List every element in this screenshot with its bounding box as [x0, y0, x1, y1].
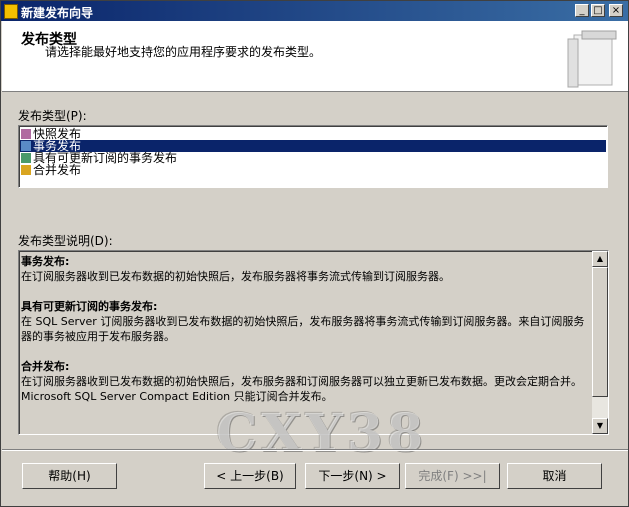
back-button[interactable]: < 上一步(B) [204, 463, 296, 489]
wizard-header: 发布类型 请选择能最好地支持您的应用程序要求的发布类型。 [2, 21, 628, 92]
list-item-snapshot[interactable]: 快照发布 [20, 128, 606, 140]
description-label: 发布类型说明(D): [18, 234, 113, 248]
section-title-merge: 合并发布: [21, 360, 70, 373]
list-item-merge[interactable]: 合并发布 [20, 164, 606, 176]
minimize-button[interactable]: _ [575, 4, 589, 17]
cancel-button[interactable]: 取消 [507, 463, 602, 489]
description-content: 事务发布: 在订阅服务器收到已发布数据的初始快照后，发布服务器将事务流式传输到订… [21, 254, 591, 419]
section-text-updatable: 在 SQL Server 订阅服务器收到已发布数据的初始快照后，发布服务器将事务… [21, 315, 585, 343]
maximize-button[interactable]: □ [591, 4, 605, 17]
page-subtitle: 请选择能最好地支持您的应用程序要求的发布类型。 [45, 45, 322, 59]
finish-button[interactable]: 完成(F) >>| [405, 463, 500, 489]
transactional-publication-icon [21, 141, 31, 151]
watermark-text: CXY38 [216, 403, 428, 464]
list-item-updatable-transactional[interactable]: 具有可更新订阅的事务发布 [20, 152, 606, 164]
button-separator [2, 449, 628, 451]
section-text-transactional: 在订阅服务器收到已发布数据的初始快照后，发布服务器将事务流式传输到订阅服务器。 [21, 270, 450, 283]
help-button[interactable]: 帮助(H) [22, 463, 117, 489]
description-scrollbar[interactable]: ▲ ▼ [592, 251, 608, 434]
title-bar[interactable]: 新建发布向导 _ □ × [1, 1, 628, 21]
wizard-window: 新建发布向导 _ □ × 发布类型 请选择能最好地支持您的应用程序要求的发布类型… [0, 0, 629, 507]
publication-type-label: 发布类型(P): [18, 109, 87, 123]
scroll-thumb[interactable] [592, 267, 608, 397]
next-button[interactable]: 下一步(N) > [305, 463, 400, 489]
section-text-merge: 在订阅服务器收到已发布数据的初始快照后，发布服务器和订阅服务器可以独立更新已发布… [21, 375, 582, 403]
scroll-up-arrow-icon[interactable]: ▲ [592, 251, 608, 267]
close-button[interactable]: × [609, 4, 623, 17]
snapshot-publication-icon [21, 129, 31, 139]
merge-publication-icon [21, 165, 31, 175]
section-title-transactional: 事务发布: [21, 255, 70, 268]
wizard-book-icon [567, 30, 617, 88]
window-title: 新建发布向导 [21, 6, 94, 20]
updatable-transactional-publication-icon [21, 153, 31, 163]
publication-type-list[interactable]: 快照发布 事务发布 具有可更新订阅的事务发布 合并发布 [18, 125, 608, 188]
app-icon [4, 4, 18, 19]
scroll-down-arrow-icon[interactable]: ▼ [592, 418, 608, 434]
section-title-updatable: 具有可更新订阅的事务发布: [21, 300, 158, 313]
